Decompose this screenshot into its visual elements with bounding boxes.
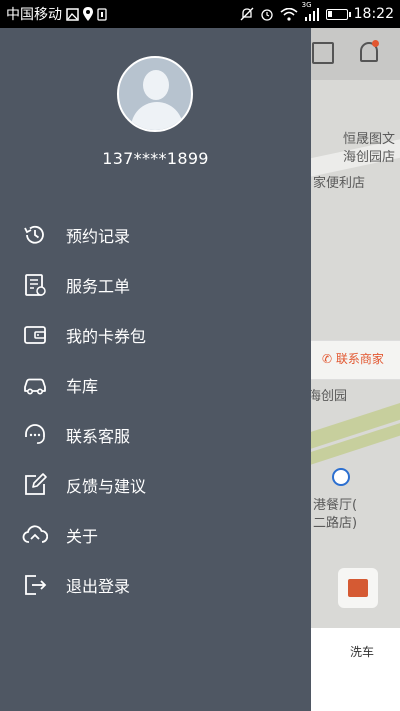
- wallet-icon: [22, 322, 48, 348]
- contact-merchant-button[interactable]: ✆ 联系商家: [322, 350, 384, 367]
- menu-item-label: 联系客服: [66, 427, 131, 446]
- navigation-drawer: 137****1899 预约记录 服务工单 我的卡券包 车库 联系客服 反馈与建…: [0, 28, 311, 711]
- clock: 18:22: [353, 6, 394, 22]
- map-label: 海创园店: [343, 150, 396, 165]
- menu-item-label: 服务工单: [66, 277, 131, 296]
- menu-item-about[interactable]: 关于: [0, 510, 311, 560]
- battery-icon: [325, 8, 351, 20]
- menu-item-appointment-records[interactable]: 预约记录: [0, 210, 311, 260]
- map-label: 海创园: [308, 389, 348, 404]
- menu-item-service-orders[interactable]: 服务工单: [0, 260, 311, 310]
- status-bar: 中国移动 3G 18:22: [0, 0, 400, 28]
- work-order-icon: [22, 272, 48, 298]
- signal-icon: 3G: [302, 1, 320, 21]
- map-label: 二路店): [313, 516, 358, 531]
- car-icon: [22, 372, 48, 398]
- location-icon: [83, 7, 93, 21]
- menu-item-label: 退出登录: [66, 577, 131, 596]
- avatar-head: [143, 70, 169, 100]
- gift-button[interactable]: [338, 568, 378, 608]
- menu-item-contact-support[interactable]: 联系客服: [0, 410, 311, 460]
- menu-item-label: 车库: [66, 377, 99, 396]
- menu-item-label: 反馈与建议: [66, 477, 147, 496]
- menu-item-feedback[interactable]: 反馈与建议: [0, 460, 311, 510]
- map-label: 恒晟图文: [343, 132, 396, 147]
- scan-icon[interactable]: [312, 42, 334, 64]
- feedback-edit-icon: [22, 472, 48, 498]
- sim-icon: [97, 7, 107, 21]
- about-cloud-icon: [22, 522, 48, 548]
- menu-item-logout[interactable]: 退出登录: [0, 560, 311, 610]
- menu-item-garage[interactable]: 车库: [0, 360, 311, 410]
- drawer-menu: 预约记录 服务工单 我的卡券包 车库 联系客服 反馈与建议 关于 退出登录: [0, 210, 311, 610]
- phone-icon: ✆: [322, 352, 333, 366]
- map-label: 家便利店: [313, 176, 366, 191]
- gift-icon: [348, 579, 368, 597]
- map-label: 港餐厅(: [313, 498, 358, 513]
- menu-item-label: 我的卡券包: [66, 327, 147, 346]
- user-phone: 137****1899: [102, 149, 209, 168]
- customer-service-icon: [22, 422, 48, 448]
- car-wash-tab[interactable]: 洗车: [350, 643, 374, 660]
- alarm-icon: [260, 7, 274, 21]
- bottom-service-bar: [300, 628, 400, 711]
- avatar[interactable]: [117, 56, 193, 132]
- menu-item-label: 关于: [66, 527, 99, 546]
- network-type: 3G: [301, 0, 312, 9]
- wifi-icon: [280, 7, 298, 21]
- contact-merchant-label: 联系商家: [335, 352, 384, 366]
- avatar-body: [131, 102, 183, 130]
- logout-icon: [22, 572, 48, 598]
- menu-item-label: 预约记录: [66, 227, 131, 246]
- mute-icon: [240, 7, 254, 21]
- image-notification-icon: [66, 7, 79, 21]
- menu-item-coupon-wallet[interactable]: 我的卡券包: [0, 310, 311, 360]
- carrier-label: 中国移动: [6, 7, 62, 23]
- notification-dot: [372, 40, 379, 47]
- history-clock-icon: [22, 222, 48, 248]
- bus-stop-icon: [332, 468, 350, 486]
